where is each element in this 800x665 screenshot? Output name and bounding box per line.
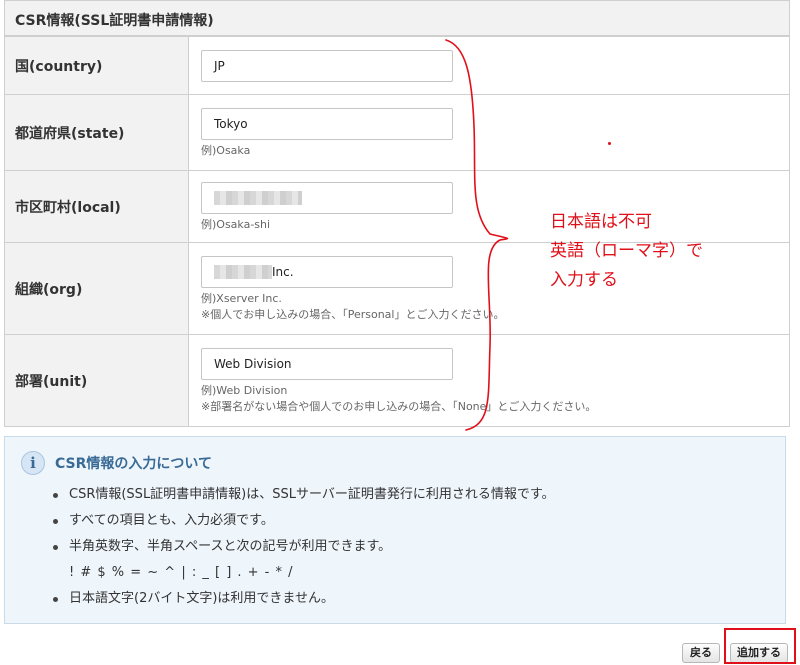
- org-input[interactable]: Inc.: [201, 255, 453, 288]
- annotation-line: 日本語は不可: [550, 212, 652, 232]
- row-state: 都道府県(state) Tokyo 例)Osaka: [4, 94, 790, 171]
- annotation-line: 入力する: [550, 270, 618, 290]
- state-input[interactable]: Tokyo: [201, 107, 453, 140]
- org-label: 組織(org): [4, 242, 189, 335]
- local-input[interactable]: [201, 181, 453, 214]
- country-label: 国(country): [4, 36, 189, 95]
- annotation-line: 英語（ローマ字）で: [550, 241, 703, 261]
- info-title: i CSR情報の入力について: [21, 451, 212, 475]
- list-item: すべての項目とも、入力必須です。: [51, 511, 555, 537]
- list-item: 半角英数字、半角スペースと次の記号が利用できます。: [51, 537, 555, 563]
- local-label: 市区町村(local): [4, 170, 189, 243]
- annotation-dot: [608, 142, 611, 145]
- redacted-value: [214, 265, 272, 279]
- list-item: CSR情報(SSL証明書申請情報)は、SSLサーバー証明書発行に利用される情報で…: [51, 485, 555, 511]
- redacted-value: [214, 191, 302, 205]
- unit-label: 部署(unit): [4, 334, 189, 427]
- annotation-brace: [445, 39, 509, 431]
- add-button-highlight: [724, 628, 796, 664]
- info-title-text: CSR情報の入力について: [55, 456, 212, 472]
- annotation-note: 日本語は不可 英語（ローマ字）で 入力する: [550, 208, 703, 295]
- state-label: 都道府県(state): [4, 94, 189, 171]
- csr-info-box: i CSR情報の入力について CSR情報(SSL証明書申請情報)は、SSLサーバ…: [4, 436, 786, 624]
- allowed-symbols: ! # $ % = ~ ^ | : _ [ ] . + - * /: [69, 565, 294, 580]
- list-item: 日本語文字(2バイト文字)は利用できません。: [51, 589, 555, 615]
- country-input[interactable]: JP: [201, 49, 453, 82]
- info-icon: i: [21, 451, 45, 475]
- back-button[interactable]: 戻る: [682, 643, 720, 663]
- section-title: CSR情報(SSL証明書申請情報): [4, 0, 790, 36]
- unit-input[interactable]: Web Division: [201, 347, 453, 380]
- info-list: CSR情報(SSL証明書申請情報)は、SSLサーバー証明書発行に利用される情報で…: [51, 485, 555, 615]
- org-input-value: Inc.: [272, 264, 294, 279]
- row-country: 国(country) JP: [4, 36, 790, 95]
- row-unit: 部署(unit) Web Division 例)Web Division ※部署…: [4, 334, 790, 427]
